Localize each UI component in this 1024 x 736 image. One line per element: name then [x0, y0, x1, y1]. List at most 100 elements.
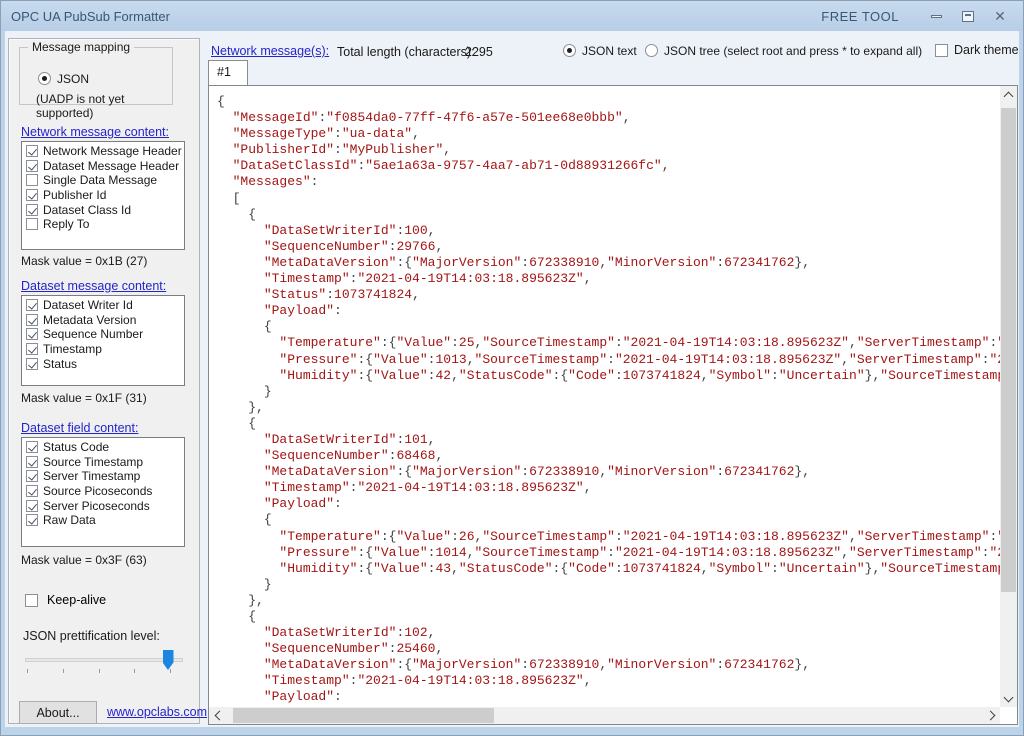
dataset-field-content-list[interactable]: Status Code Source Timestamp Server Time… — [21, 437, 185, 547]
network-mask-value: Mask value = 0x1B (27) — [21, 254, 147, 268]
close-icon: ✕ — [994, 9, 1006, 23]
tab-message-1[interactable]: #1 — [208, 60, 248, 86]
checkbox-icon[interactable] — [26, 343, 38, 355]
opclabs-website-link[interactable]: www.opclabs.com — [107, 705, 207, 719]
radio-icon[interactable] — [38, 72, 51, 85]
message-mapping-groupbox: Message mapping JSON (UADP is not yet su… — [19, 47, 173, 105]
checkbox-icon[interactable] — [935, 44, 948, 57]
scroll-right-button[interactable] — [983, 707, 1000, 724]
checkbox-icon[interactable] — [26, 485, 38, 497]
list-item-label: Status Code — [43, 440, 109, 454]
checkbox-icon[interactable] — [26, 358, 38, 370]
scroll-down-button[interactable] — [1000, 690, 1017, 707]
sidebar: Message mapping JSON (UADP is not yet su… — [8, 38, 200, 724]
list-item[interactable]: Reply To — [24, 217, 184, 232]
list-item[interactable]: Status Code — [24, 440, 184, 455]
minimize-button[interactable] — [923, 7, 949, 25]
dataset-message-mask-value: Mask value = 0x1F (31) — [21, 391, 147, 405]
client-area: Message mapping JSON (UADP is not yet su… — [5, 31, 1019, 727]
total-length-label: Total length (characters): — [337, 45, 475, 59]
list-item[interactable]: Sequence Number — [24, 327, 184, 342]
slider-ticks — [27, 669, 171, 673]
checkbox-icon[interactable] — [26, 174, 38, 186]
checkbox-icon[interactable] — [26, 441, 38, 453]
prettification-slider[interactable] — [25, 649, 185, 679]
list-item-label: Server Timestamp — [43, 469, 140, 483]
horizontal-scrollbar[interactable] — [209, 707, 1000, 724]
slider-tick — [63, 669, 64, 673]
checkbox-icon[interactable] — [26, 514, 38, 526]
radio-icon[interactable] — [645, 44, 658, 57]
checkbox-icon[interactable] — [26, 189, 38, 201]
close-button[interactable]: ✕ — [987, 7, 1013, 25]
list-item-label: Dataset Message Header — [43, 159, 179, 173]
list-item[interactable]: Dataset Message Header — [24, 159, 184, 174]
list-item[interactable]: Metadata Version — [24, 313, 184, 328]
list-item[interactable]: Timestamp — [24, 342, 184, 357]
list-item[interactable]: Dataset Writer Id — [24, 298, 184, 313]
chevron-up-icon — [1004, 92, 1014, 102]
window-title: OPC UA PubSub Formatter — [11, 9, 170, 24]
list-item-label: Source Picoseconds — [43, 484, 152, 498]
list-item-label: Sequence Number — [43, 327, 143, 341]
network-message-content-link[interactable]: Network message content: — [21, 125, 169, 139]
list-item[interactable]: Source Picoseconds — [24, 484, 184, 499]
checkbox-icon[interactable] — [26, 218, 38, 230]
list-item-label: Metadata Version — [43, 313, 136, 327]
chevron-right-icon — [985, 711, 995, 721]
checkbox-icon[interactable] — [26, 328, 38, 340]
checkbox-icon[interactable] — [26, 299, 38, 311]
list-item[interactable]: Source Timestamp — [24, 455, 184, 470]
checkbox-icon[interactable] — [26, 204, 38, 216]
network-message-content-list[interactable]: Network Message Header Dataset Message H… — [21, 141, 185, 250]
list-item-label: Dataset Class Id — [43, 203, 131, 217]
vertical-scrollbar-thumb[interactable] — [1001, 108, 1016, 592]
checkbox-icon[interactable] — [26, 456, 38, 468]
list-item[interactable]: Network Message Header — [24, 144, 184, 159]
list-item-label: Network Message Header — [43, 144, 182, 158]
dataset-message-content-link[interactable]: Dataset message content: — [21, 279, 166, 293]
scroll-left-button[interactable] — [209, 707, 226, 724]
network-messages-link[interactable]: Network message(s): — [211, 44, 329, 58]
checkbox-icon[interactable] — [25, 594, 38, 607]
checkbox-icon[interactable] — [26, 500, 38, 512]
dataset-field-content-link[interactable]: Dataset field content: — [21, 421, 138, 435]
about-button[interactable]: About... — [19, 701, 97, 724]
dataset-message-content-list[interactable]: Dataset Writer Id Metadata Version Seque… — [21, 295, 185, 386]
minimize-icon — [931, 15, 942, 18]
message-mapping-legend: Message mapping — [28, 40, 134, 54]
json-text[interactable]: { "MessageId":"f0854da0-77ff-47f6-a57e-5… — [209, 86, 1000, 707]
slider-track[interactable] — [25, 658, 183, 662]
dark-theme-checkbox[interactable]: Dark theme — [935, 43, 1019, 57]
prettification-label: JSON prettification level: — [23, 629, 160, 643]
list-item[interactable]: Publisher Id — [24, 188, 184, 203]
json-tree-radio[interactable]: JSON tree (select root and press * to ex… — [645, 44, 922, 58]
list-item[interactable]: Server Picoseconds — [24, 498, 184, 513]
checkbox-icon[interactable] — [26, 145, 38, 157]
maximize-button[interactable] — [955, 7, 981, 25]
prettification-slider-thumb[interactable] — [163, 650, 174, 670]
uadp-note: (UADP is not yet supported) — [36, 92, 172, 120]
list-item[interactable]: Raw Data — [24, 513, 184, 528]
checkbox-icon[interactable] — [26, 314, 38, 326]
checkbox-icon[interactable] — [26, 160, 38, 172]
keep-alive-checkbox[interactable]: Keep-alive — [23, 593, 106, 607]
json-mapping-radio[interactable]: JSON — [38, 70, 89, 88]
list-item[interactable]: Single Data Message — [24, 173, 184, 188]
radio-icon[interactable] — [563, 44, 576, 57]
scroll-up-button[interactable] — [1000, 86, 1017, 103]
json-text-radio[interactable]: JSON text — [563, 44, 637, 58]
chevron-left-icon — [214, 711, 224, 721]
vertical-scrollbar[interactable] — [1000, 86, 1017, 707]
list-item[interactable]: Status — [24, 356, 184, 371]
total-length-value: 2295 — [465, 45, 493, 59]
app-window: OPC UA PubSub Formatter FREE TOOL ✕ Mess… — [0, 0, 1024, 736]
free-tool-badge: FREE TOOL — [821, 9, 899, 24]
list-item-label: Publisher Id — [43, 188, 106, 202]
checkbox-icon[interactable] — [26, 470, 38, 482]
json-text-radio-label: JSON text — [582, 44, 637, 58]
maximize-icon — [962, 11, 974, 22]
list-item[interactable]: Dataset Class Id — [24, 202, 184, 217]
horizontal-scrollbar-thumb[interactable] — [233, 708, 494, 723]
list-item[interactable]: Server Timestamp — [24, 469, 184, 484]
